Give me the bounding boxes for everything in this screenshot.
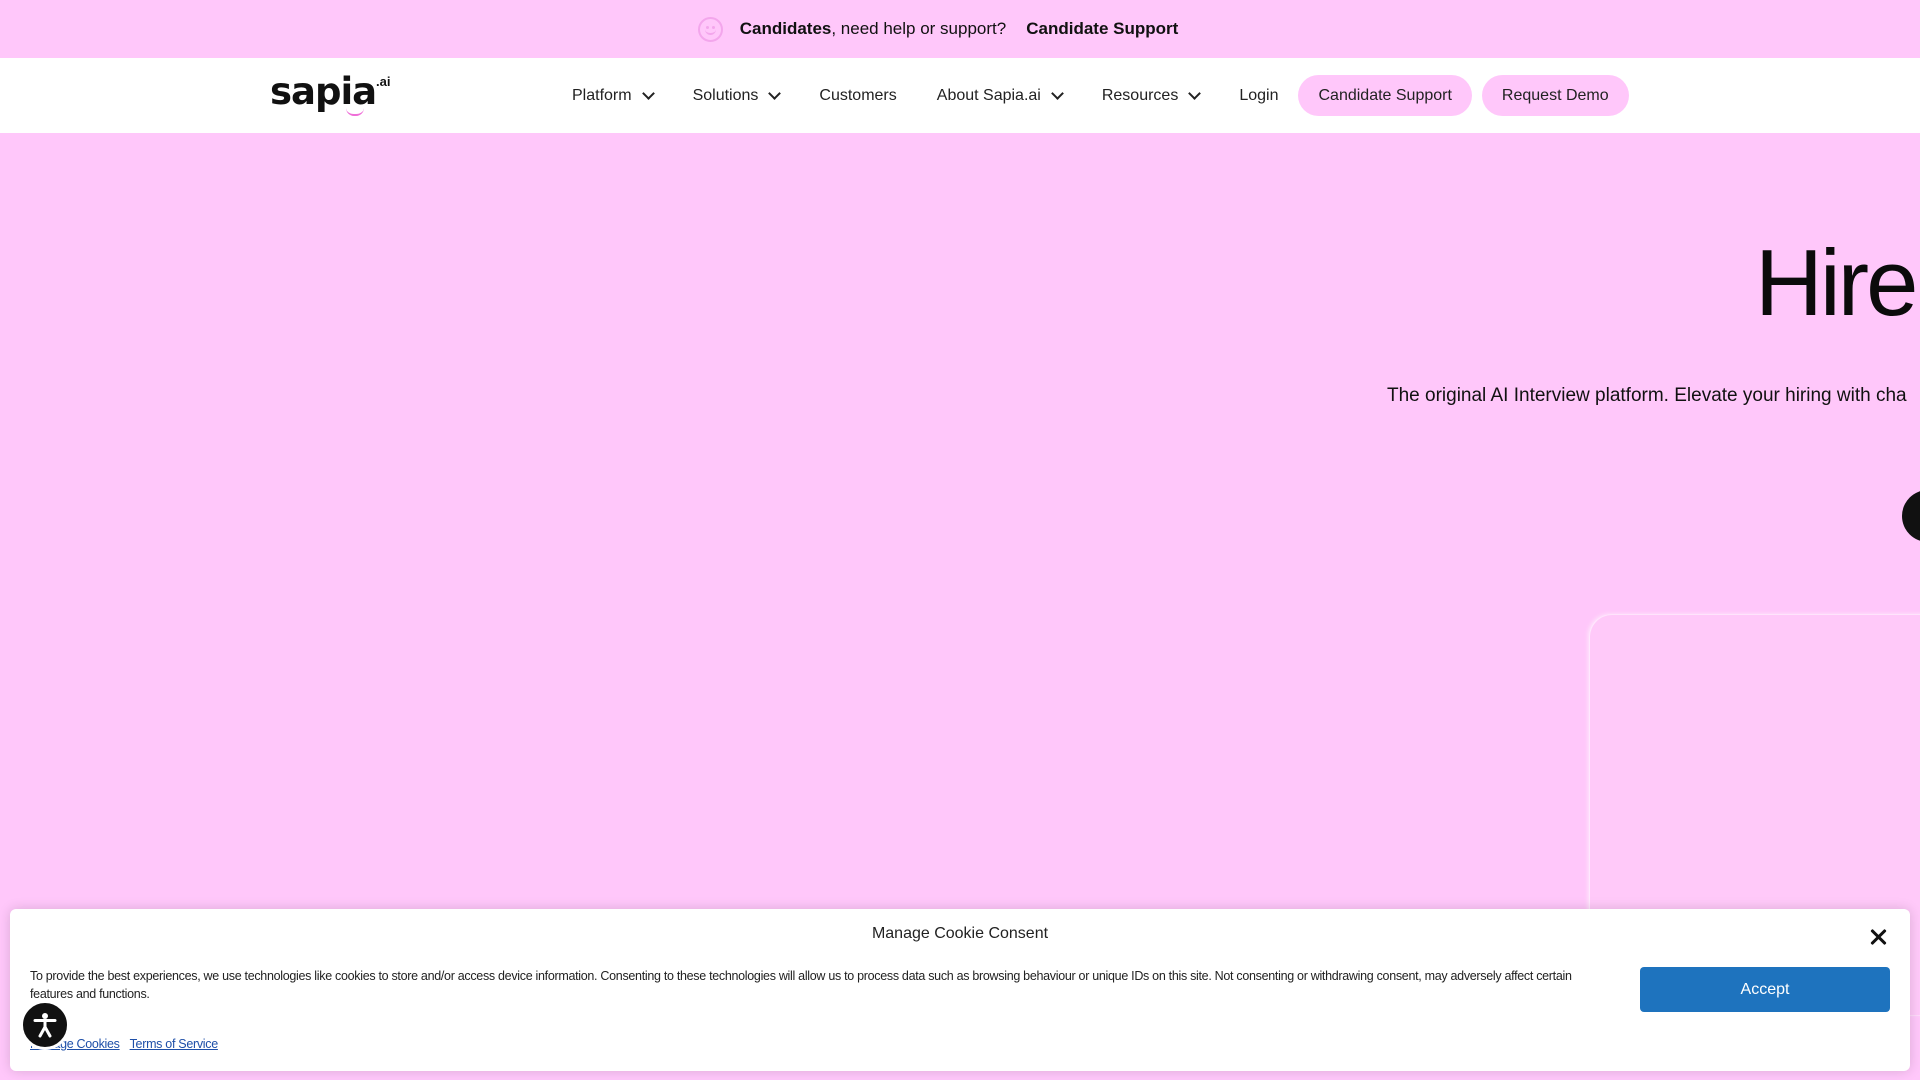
site-header: sapia .ai Platform Solutions Customers A… — [0, 58, 1920, 133]
nav-login[interactable]: Login — [1239, 87, 1278, 105]
nav-customers[interactable]: Customers — [819, 87, 896, 105]
cookie-body: To provide the best experiences, we use … — [30, 969, 1572, 1001]
cookie-title: Manage Cookie Consent — [871, 925, 1049, 942]
chevron-down-icon — [641, 86, 655, 100]
accessibility-icon — [33, 1013, 57, 1038]
nav-resources[interactable]: Resources — [1102, 86, 1202, 105]
hero-subtitle: The original AI Interview platform. Elev… — [1387, 385, 1907, 406]
accessibility-button[interactable] — [20, 1000, 70, 1050]
chevron-down-icon — [1050, 86, 1064, 100]
hero-title: Hire — [1755, 230, 1918, 335]
smiley-icon — [697, 16, 723, 42]
request-demo-button[interactable]: Request Demo — [1481, 75, 1629, 116]
nav-platform[interactable]: Platform — [572, 86, 655, 105]
hero-cta-button[interactable] — [1902, 490, 1920, 542]
announcement-candidate-support-link[interactable]: Candidate Support — [1026, 19, 1178, 39]
accept-button[interactable]: Accept — [1640, 967, 1890, 1012]
cookie-banner: Manage Cookie Consent To provide the bes… — [10, 909, 1910, 1071]
close-icon[interactable] — [1866, 925, 1890, 949]
chevron-down-icon — [768, 86, 782, 100]
candidate-support-button[interactable]: Candidate Support — [1298, 75, 1472, 116]
chevron-down-icon — [1188, 86, 1202, 100]
sapia-logo[interactable]: sapia .ai — [270, 72, 390, 117]
main-nav: Platform Solutions Customers About Sapia… — [572, 58, 1639, 133]
terms-of-service-link[interactable]: Terms of Service — [130, 1037, 219, 1051]
nav-about[interactable]: About Sapia.ai — [937, 86, 1064, 105]
announcement-bar: Candidates, need help or support? Candid… — [0, 0, 1920, 58]
announcement-text: Candidates, need help or support? — [739, 19, 1007, 38]
nav-solutions[interactable]: Solutions — [693, 86, 782, 105]
